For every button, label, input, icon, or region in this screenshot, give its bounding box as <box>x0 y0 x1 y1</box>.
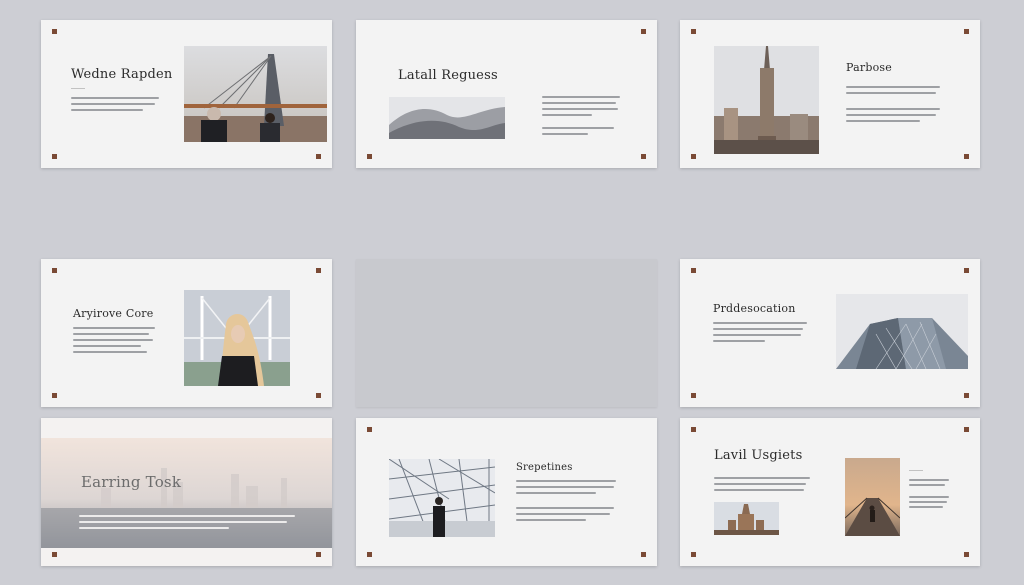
skyscraper-photo <box>714 46 819 154</box>
slide-9[interactable]: Lavil Usgiets <box>680 418 980 566</box>
body-text <box>909 479 951 511</box>
corner-marker-icon <box>964 29 969 34</box>
body-text <box>846 86 944 126</box>
glass-building-photo <box>836 294 968 369</box>
corner-marker-icon <box>52 29 57 34</box>
slide-5-blank[interactable] <box>356 259 657 407</box>
corner-marker-icon <box>52 393 57 398</box>
corner-marker-icon <box>641 29 646 34</box>
sunset-bridge-photo <box>845 458 900 536</box>
slide-title: Aryirove Core <box>73 307 154 320</box>
slide-2[interactable]: Latall Reguess <box>356 20 657 168</box>
body-text <box>71 97 161 115</box>
slide-4[interactable]: Aryirove Core <box>41 259 332 407</box>
dunes-photo <box>389 97 505 139</box>
corner-marker-icon <box>52 154 57 159</box>
corner-marker-icon <box>52 552 57 557</box>
corner-marker-icon <box>691 268 696 273</box>
bridge-woman-photo <box>184 290 290 386</box>
divider <box>71 88 85 89</box>
corner-marker-icon <box>367 154 372 159</box>
corner-marker-icon <box>367 552 372 557</box>
corner-marker-icon <box>964 393 969 398</box>
corner-marker-icon <box>964 427 969 432</box>
body-text <box>79 515 299 533</box>
corner-marker-icon <box>316 154 321 159</box>
slide-title: Wedne Rapden <box>71 67 173 82</box>
corner-marker-icon <box>52 268 57 273</box>
corner-marker-icon <box>691 29 696 34</box>
slide-title: Earring Tosk <box>81 473 182 491</box>
cathedral-photo <box>714 502 779 535</box>
corner-marker-icon <box>964 268 969 273</box>
body-text <box>542 96 622 139</box>
slide-title: Prddesocation <box>713 302 796 315</box>
slide-3[interactable]: Parbose <box>680 20 980 168</box>
glass-roof-man-photo <box>389 459 495 537</box>
divider <box>909 470 923 471</box>
slide-title: Parbose <box>846 61 892 74</box>
slide-8[interactable]: Srepetines <box>356 418 657 566</box>
body-text <box>713 322 809 346</box>
corner-marker-icon <box>641 154 646 159</box>
slide-1[interactable]: Wedne Rapden <box>41 20 332 168</box>
body-text <box>516 480 620 525</box>
corner-marker-icon <box>691 427 696 432</box>
corner-marker-icon <box>367 427 372 432</box>
corner-marker-icon <box>641 552 646 557</box>
corner-marker-icon <box>316 393 321 398</box>
corner-marker-icon <box>316 552 321 557</box>
corner-marker-icon <box>691 393 696 398</box>
corner-marker-icon <box>964 154 969 159</box>
slide-7[interactable]: Earring Tosk <box>41 418 332 566</box>
corner-marker-icon <box>691 154 696 159</box>
slide-6[interactable]: Prddesocation <box>680 259 980 407</box>
corner-marker-icon <box>964 552 969 557</box>
slide-title: Latall Reguess <box>398 68 498 83</box>
slide-title: Lavil Usgiets <box>714 448 803 463</box>
body-text <box>73 327 159 357</box>
corner-marker-icon <box>316 268 321 273</box>
bridge-photo <box>184 46 327 142</box>
body-text <box>714 477 812 495</box>
corner-marker-icon <box>691 552 696 557</box>
slide-title: Srepetines <box>516 462 573 473</box>
